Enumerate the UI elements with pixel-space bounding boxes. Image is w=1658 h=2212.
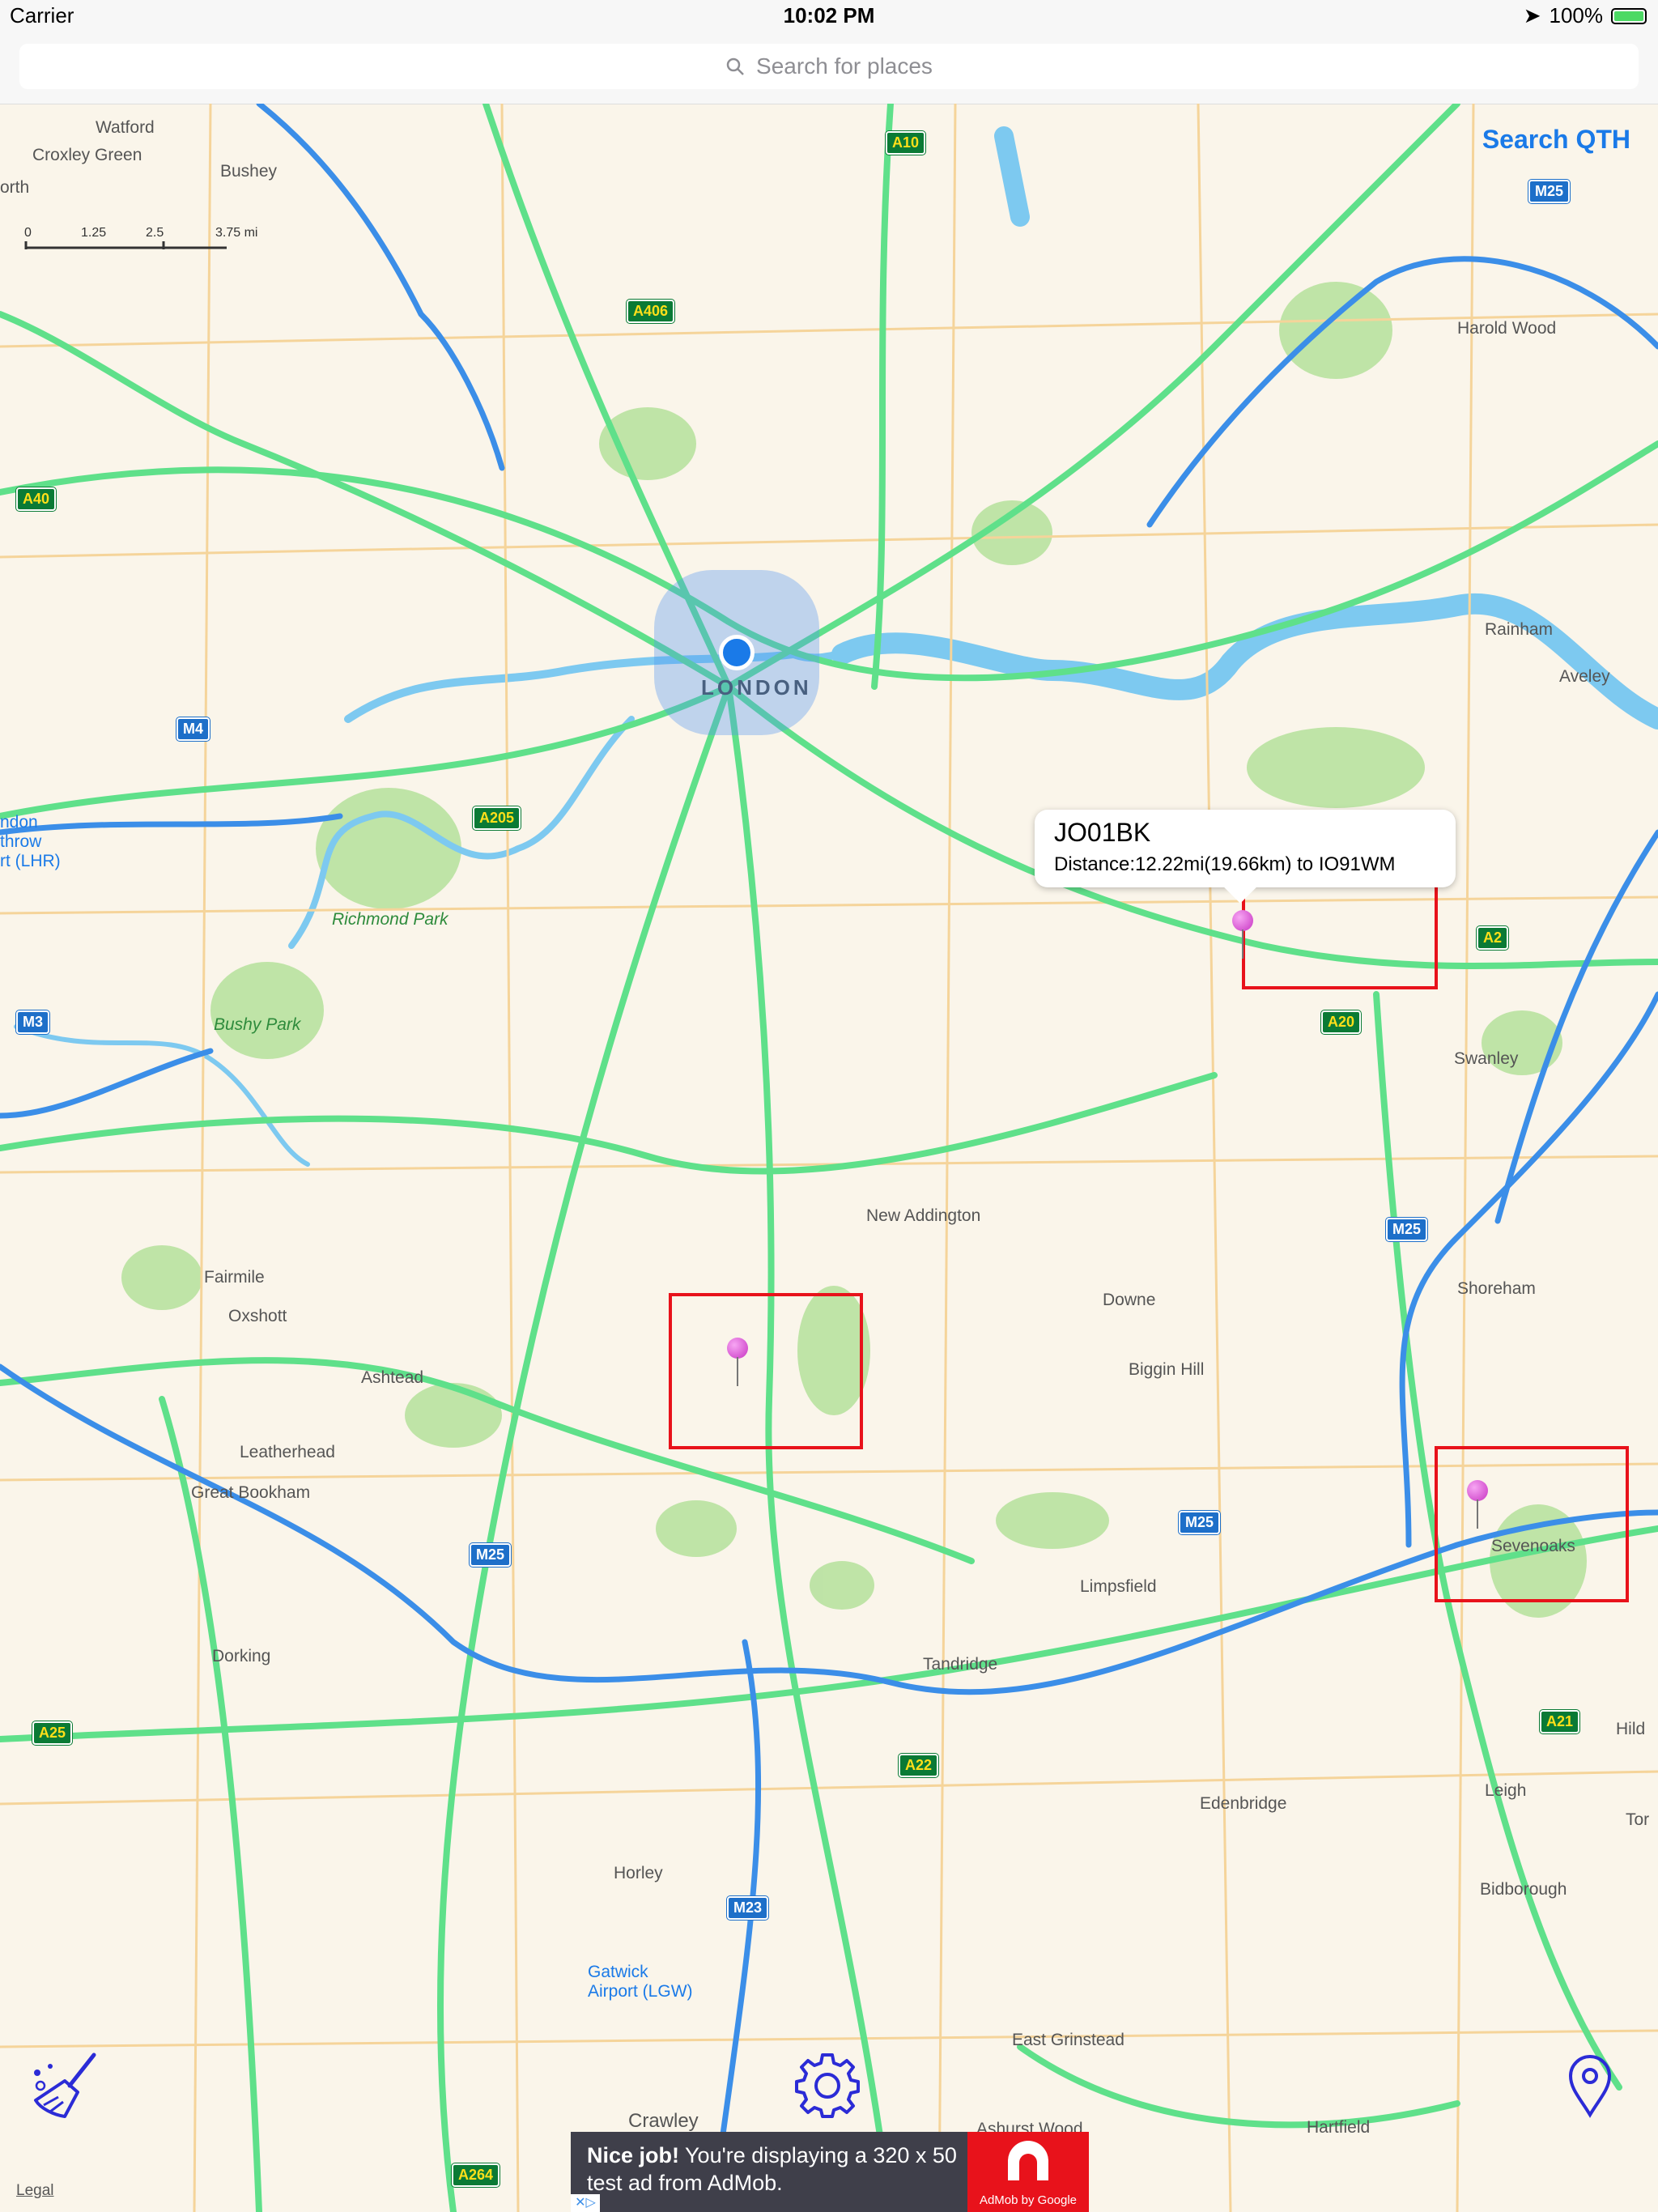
place-dorking: Dorking — [212, 1647, 271, 1665]
ad-headline: Nice job! — [587, 2143, 680, 2167]
road-m25-e: M25 — [1386, 1218, 1428, 1241]
search-bar: Search for places — [0, 32, 1658, 104]
admob-icon — [1008, 2141, 1048, 2180]
road-m3: M3 — [16, 1010, 50, 1034]
road-m25-sw: M25 — [470, 1543, 512, 1567]
status-bar: Carrier 10:02 PM ➤ 100% — [0, 0, 1658, 32]
road-m4: M4 — [176, 717, 210, 741]
place-leatherhead: Leatherhead — [240, 1443, 335, 1461]
locate-button[interactable] — [1566, 2053, 1614, 2122]
place-oxshott: Oxshott — [228, 1307, 287, 1325]
place-croxley-green: Croxley Green — [32, 146, 142, 164]
search-input[interactable]: Search for places — [19, 44, 1639, 89]
road-a264: A264 — [452, 2163, 500, 2187]
place-biggin-hill: Biggin Hill — [1129, 1360, 1205, 1379]
place-tor: Tor — [1626, 1810, 1650, 1829]
gear-icon — [795, 2053, 860, 2118]
place-ashtead: Ashtead — [361, 1368, 424, 1387]
place-richmond-park: Richmond Park — [332, 910, 449, 929]
scale-bar: 0 1.25 2.5 3.75 mi — [24, 226, 257, 249]
map-canvas — [0, 104, 1658, 2212]
map-pin[interactable] — [727, 1338, 751, 1386]
place-horley: Horley — [614, 1864, 663, 1882]
location-pin-icon — [1568, 2055, 1612, 2118]
road-a406: A406 — [627, 300, 675, 323]
user-location-dot[interactable] — [719, 635, 755, 670]
scale-tick-3: 3.75 mi — [215, 226, 257, 240]
place-harold-wood: Harold Wood — [1457, 319, 1557, 338]
place-rainham: Rainham — [1485, 620, 1554, 639]
legal-link[interactable]: Legal — [16, 2182, 54, 2200]
clock: 10:02 PM — [783, 3, 875, 28]
place-north: orth — [0, 178, 30, 197]
place-crawley: Crawley — [628, 2110, 699, 2132]
place-tandridge: Tandridge — [923, 1655, 998, 1674]
clear-button[interactable] — [29, 2048, 102, 2125]
callout-distance: Distance:12.22mi(19.66km) to IO91WM — [1054, 853, 1396, 875]
place-heathrow: ndon throw rt (LHR) — [0, 813, 61, 870]
settings-button[interactable] — [792, 2050, 863, 2125]
road-a2: A2 — [1477, 926, 1509, 950]
place-leigh: Leigh — [1485, 1781, 1527, 1800]
road-m25-ne: M25 — [1528, 180, 1571, 203]
status-right: ➤ 100% — [1524, 3, 1647, 28]
road-m25-s: M25 — [1179, 1511, 1221, 1534]
grid-square-box — [1435, 1446, 1629, 1602]
place-fairmile: Fairmile — [204, 1268, 265, 1287]
search-icon — [726, 57, 744, 75]
admob-logo: AdMob by Google — [967, 2132, 1089, 2212]
place-hild: Hild — [1616, 1720, 1646, 1738]
road-a40: A40 — [16, 487, 57, 511]
ad-text: Nice job! You're displaying a 320 x 50 t… — [587, 2142, 967, 2197]
map-pin[interactable] — [1232, 910, 1256, 959]
scale-tick-0: 0 — [24, 226, 32, 240]
broom-icon — [34, 2052, 96, 2118]
location-arrow-icon: ➤ — [1523, 3, 1541, 28]
road-a21: A21 — [1540, 1710, 1580, 1733]
place-east-grinstead: East Grinstead — [1012, 2031, 1124, 2049]
map-view[interactable]: 0 1.25 2.5 3.75 mi Watford Croxley Green… — [0, 104, 1658, 2212]
road-a22: A22 — [899, 1754, 939, 1777]
battery-percent: 100% — [1549, 3, 1604, 28]
search-placeholder: Search for places — [756, 53, 933, 79]
place-bidborough: Bidborough — [1480, 1880, 1567, 1899]
road-a25: A25 — [32, 1721, 73, 1745]
battery-icon — [1611, 7, 1647, 24]
pin-callout[interactable]: JO01BK Distance:12.22mi(19.66km) to IO91… — [1035, 810, 1456, 904]
scale-tick-1: 1.25 — [81, 226, 106, 240]
road-m23: M23 — [727, 1896, 769, 1920]
map-pin[interactable] — [1467, 1480, 1491, 1529]
road-a205: A205 — [473, 806, 521, 830]
road-a20: A20 — [1321, 1010, 1362, 1034]
place-new-addington: New Addington — [866, 1206, 981, 1225]
place-gatwick: Gatwick Airport (LGW) — [588, 1963, 693, 2001]
place-london: LONDON — [701, 675, 812, 700]
place-watford: Watford — [96, 118, 155, 137]
ad-banner[interactable]: Nice job! You're displaying a 320 x 50 t… — [571, 2132, 1089, 2212]
admob-brand: AdMob by Google — [979, 2193, 1078, 2207]
place-downe: Downe — [1103, 1291, 1156, 1309]
place-limpsfield: Limpsfield — [1080, 1577, 1157, 1596]
grid-square-box — [669, 1293, 863, 1449]
road-a10: A10 — [886, 131, 926, 155]
place-aveley: Aveley — [1559, 667, 1610, 686]
place-bushey: Bushey — [220, 162, 278, 181]
adchoices-icon[interactable]: ✕▷ — [571, 2194, 600, 2212]
place-great-bookham: Great Bookham — [191, 1483, 311, 1502]
search-qth-button[interactable]: Search QTH — [1482, 125, 1630, 155]
place-edenbridge: Edenbridge — [1200, 1794, 1287, 1813]
place-bushy-park: Bushy Park — [214, 1015, 301, 1034]
place-hartfield: Hartfield — [1307, 2118, 1371, 2137]
scale-tick-2: 2.5 — [146, 226, 164, 240]
place-shoreham: Shoreham — [1457, 1279, 1536, 1298]
callout-title: JO01BK — [1054, 818, 1151, 847]
place-swanley: Swanley — [1454, 1049, 1519, 1068]
